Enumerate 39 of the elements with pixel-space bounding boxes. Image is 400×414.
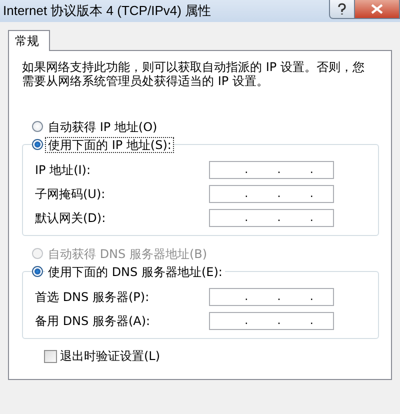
ip-address-field[interactable]: . . . [209,288,334,306]
octet-separator: . [310,163,314,177]
help-button[interactable] [329,0,355,19]
radio-button[interactable] [32,139,43,150]
window-title: Internet 协议版本 4 (TCP/IPv4) 属性 [2,2,212,20]
octet-separator: . [310,211,314,225]
octet-separator: . [277,163,281,177]
field-label: 首选 DNS 服务器(P): [35,290,150,304]
checkbox-label[interactable]: 退出时验证设置(L) [60,349,160,363]
radio-label[interactable]: 使用下面的 IP 地址(S): [45,136,174,152]
octet-separator: . [310,290,314,304]
ip-address-field[interactable]: . . . [209,312,334,330]
octet-separator: . [244,211,248,225]
close-icon [371,4,383,14]
checkbox[interactable] [44,350,57,362]
octet-separator: . [277,314,281,328]
radio-button[interactable] [32,266,43,277]
ip-address-field[interactable]: . . . [209,161,334,179]
octet-separator: . [244,290,248,304]
help-icon [337,3,347,15]
ip-address-field[interactable]: . . . [209,209,334,227]
octet-separator: . [244,187,248,201]
ip-address-field[interactable]: . . . [209,185,334,203]
field-label: 默认网关(D): [35,211,106,225]
octet-separator: . [277,211,281,225]
field-label: IP 地址(I): [35,163,91,177]
radio-button[interactable] [32,121,43,132]
octet-separator: . [310,314,314,328]
octet-separator: . [277,290,281,304]
octet-separator: . [244,314,248,328]
radio-label[interactable]: 使用下面的 DNS 服务器地址(E): [45,264,226,280]
tab[interactable]: 常规 [8,30,50,51]
close-button[interactable] [355,0,400,19]
octet-separator: . [277,187,281,201]
field-label: 子网掩码(U): [35,187,106,201]
description-text: 如果网络支持此功能，则可以获取自动指派的 IP 设置。否则，您需要从网络系统管理员处获得适当的 IP 设置。 [22,60,366,88]
octet-separator: . [310,187,314,201]
field-label: 备用 DNS 服务器(A): [35,314,150,328]
octet-separator: . [244,163,248,177]
